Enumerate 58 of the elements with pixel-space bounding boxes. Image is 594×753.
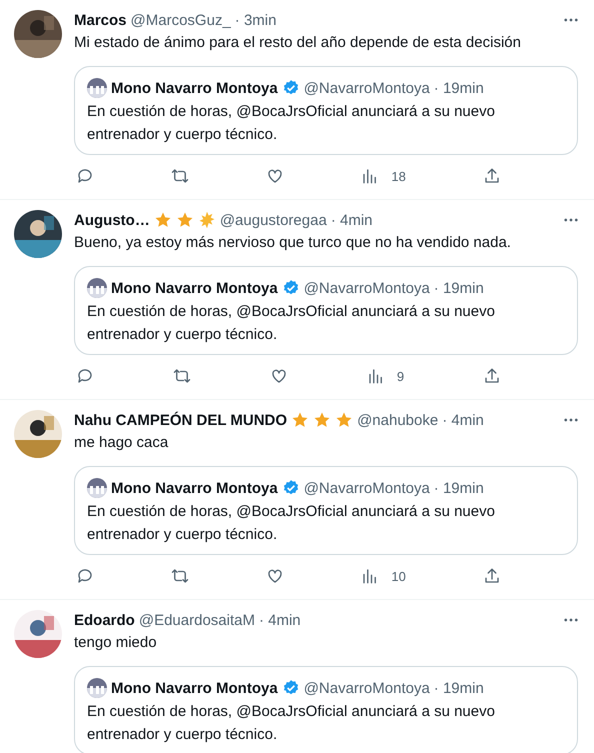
- quoted-tweet[interactable]: Mono Navarro Montoya @NavarroMontoya · 19min En cuestión de horas, @BocaJrsOficial anunciará a su nuevo entrenador y cuerpo técnico.: [74, 66, 578, 155]
- star-icon: [291, 411, 310, 429]
- user-name[interactable]: Nahu CAMPEÓN DEL MUNDO: [74, 412, 288, 428]
- user-handle: @NavarroMontoya: [304, 480, 430, 496]
- heart-icon[interactable]: [266, 167, 284, 185]
- user-name: Mono Navarro Montoya: [111, 680, 278, 696]
- tweet-text: En cuestión de horas, @BocaJrsOficial anunciará a su nuevo entrenador y cuerpo técnico.: [87, 102, 496, 145]
- reply-icon[interactable]: [76, 367, 94, 385]
- retweet-icon[interactable]: [171, 567, 190, 585]
- user-handle[interactable]: @augustoregaa: [220, 212, 327, 228]
- tweet-text: En cuestión de horas, @BocaJrsOficial anunciará a su nuevo entrenador y cuerpo técnico.: [87, 302, 496, 345]
- quoted-tweet[interactable]: Mono Navarro Montoya @NavarroMontoya · 19min En cuestión de horas, @BocaJrsOficial anunciará a su nuevo entrenador y cuerpo técnico.: [74, 666, 578, 753]
- tweet-text: Mi estado de ánimo para el resto del año depende de esta decisión: [74, 33, 522, 53]
- user-name: Mono Navarro Montoya: [111, 80, 278, 96]
- bar-chart-icon[interactable]: [366, 367, 385, 385]
- share-icon[interactable]: [482, 567, 501, 585]
- retweet-icon[interactable]: [172, 367, 191, 385]
- star-icon: [313, 411, 332, 429]
- user-name: Mono Navarro Montoya: [111, 280, 278, 296]
- share-icon[interactable]: [482, 167, 501, 185]
- user-handle[interactable]: @MarcosGuz_: [130, 12, 231, 28]
- timestamp[interactable]: · 4min: [330, 212, 372, 228]
- quoted-tweet[interactable]: Mono Navarro Montoya @NavarroMontoya · 19min En cuestión de horas, @BocaJrsOficial anunciará a su nuevo entrenador y cuerpo técnico.: [74, 266, 578, 355]
- tweet-text: En cuestión de horas, @BocaJrsOficial anunciará a su nuevo entrenador y cuerpo técnico.: [87, 502, 496, 545]
- user-name[interactable]: Augusto…: [74, 212, 150, 228]
- timestamp[interactable]: · 4min: [442, 412, 484, 428]
- view-count: 9: [396, 368, 404, 384]
- timestamp: · 19min: [434, 80, 484, 96]
- sun-icon: [198, 211, 216, 229]
- star-icon: [154, 211, 172, 229]
- tweet-text: me hago caca: [74, 433, 170, 453]
- tweet-text: Bueno, ya estoy más nervioso que turco que no ha vendido nada.: [74, 233, 512, 253]
- heart-icon[interactable]: [270, 367, 288, 385]
- reply-icon[interactable]: [76, 567, 94, 585]
- user-name[interactable]: Marcos: [74, 12, 127, 28]
- tweet-text: tengo miedo: [74, 633, 158, 653]
- timestamp[interactable]: · 4min: [258, 612, 301, 628]
- user-handle: @NavarroMontoya: [304, 280, 430, 296]
- reply-icon[interactable]: [76, 167, 94, 185]
- user-handle[interactable]: @EduardosaitaM: [138, 612, 255, 628]
- share-icon[interactable]: [482, 367, 501, 385]
- quoted-tweet[interactable]: Mono Navarro Montoya @NavarroMontoya · 19min En cuestión de horas, @BocaJrsOficial anunciará a su nuevo entrenador y cuerpo técnico.: [74, 466, 578, 555]
- timestamp: · 19min: [434, 680, 484, 696]
- star-icon: [176, 211, 194, 229]
- retweet-icon[interactable]: [171, 167, 190, 185]
- user-handle: @NavarroMontoya: [304, 680, 430, 696]
- timestamp: · 19min: [434, 280, 484, 296]
- user-name: Mono Navarro Montoya: [111, 480, 278, 496]
- heart-icon[interactable]: [266, 567, 284, 585]
- timestamp[interactable]: · 3min: [234, 12, 276, 28]
- tweet-text: En cuestión de horas, @BocaJrsOficial anunciará a su nuevo entrenador y cuerpo técnico.: [87, 702, 496, 745]
- view-count: 18: [391, 168, 406, 184]
- star-icon: [335, 411, 354, 429]
- user-name[interactable]: Edoardo: [74, 612, 135, 628]
- view-count: 10: [391, 568, 406, 584]
- user-handle[interactable]: @nahuboke: [357, 412, 438, 428]
- timestamp: · 19min: [434, 480, 484, 496]
- user-handle: @NavarroMontoya: [304, 80, 430, 96]
